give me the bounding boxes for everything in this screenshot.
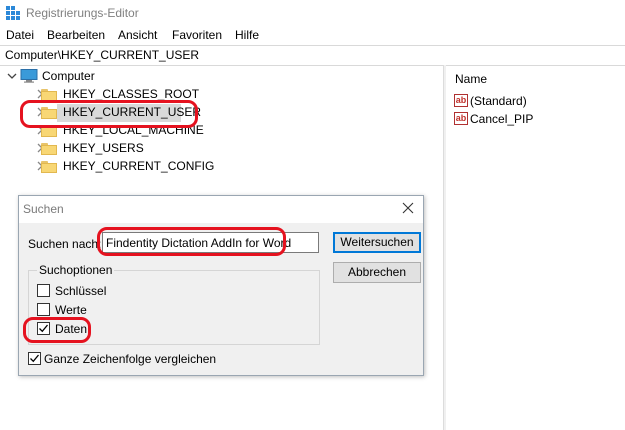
column-header-name[interactable]: Name [455, 72, 487, 86]
string-value-icon: ab [454, 94, 468, 107]
tree-item-label: HKEY_CURRENT_CONFIG [63, 159, 215, 173]
folder-icon [41, 125, 57, 137]
tree-item-hkey-current-user[interactable]: HKEY_CURRENT_USER [22, 104, 242, 122]
tree-item-hkey-current-config[interactable]: HKEY_CURRENT_CONFIG [22, 158, 242, 176]
address-bar[interactable]: Computer\HKEY_CURRENT_USER [0, 45, 625, 66]
registry-editor-icon [6, 6, 20, 20]
find-dialog: Suchen Suchen nach: Weitersuchen Abbrech… [18, 195, 424, 376]
search-options-title: Suchoptionen [37, 263, 115, 277]
find-next-button[interactable]: Weitersuchen [333, 232, 421, 253]
value-row-standard[interactable]: ab (Standard) [454, 94, 604, 110]
checkbox-checked-icon[interactable] [37, 322, 50, 335]
tree-item-label: HKEY_CURRENT_USER [63, 105, 202, 119]
tree-item-computer[interactable]: Computer [6, 68, 206, 86]
folder-icon [41, 143, 57, 155]
tree-item-label: HKEY_CLASSES_ROOT [63, 87, 200, 101]
menu-hilfe[interactable]: Hilfe [235, 28, 259, 42]
checkbox-label: Ganze Zeichenfolge vergleichen [44, 352, 217, 366]
folder-icon [41, 89, 57, 101]
option-values-checkbox[interactable]: Werte [37, 302, 157, 318]
search-input[interactable] [102, 232, 319, 253]
tree-item-label: Computer [42, 69, 95, 83]
tree-item-hkey-classes-root[interactable]: HKEY_CLASSES_ROOT [22, 86, 242, 104]
chevron-down-icon[interactable] [6, 70, 18, 82]
value-row-cancel-pip[interactable]: ab Cancel_PIP [454, 112, 604, 128]
folder-icon [41, 161, 57, 173]
match-whole-string-checkbox[interactable]: Ganze Zeichenfolge vergleichen [28, 351, 248, 367]
value-name: Cancel_PIP [470, 112, 534, 126]
folder-icon [41, 107, 57, 119]
dialog-title: Suchen [23, 202, 64, 216]
menu-favoriten[interactable]: Favoriten [172, 28, 222, 42]
option-keys-checkbox[interactable]: Schlüssel [37, 283, 157, 299]
menu-ansicht[interactable]: Ansicht [118, 28, 157, 42]
tree-item-label: HKEY_USERS [63, 141, 144, 155]
option-data-checkbox[interactable]: Daten [37, 321, 157, 337]
values-pane[interactable]: Name ab (Standard) ab Cancel_PIP [446, 65, 625, 430]
checkbox-label: Schlüssel [55, 284, 107, 298]
find-label: Suchen nach: [28, 237, 102, 251]
close-icon[interactable] [401, 201, 415, 215]
dialog-titlebar: Suchen [19, 196, 423, 223]
address-path: Computer\HKEY_CURRENT_USER [5, 48, 200, 62]
tree-item-hkey-local-machine[interactable]: HKEY_LOCAL_MACHINE [22, 122, 242, 140]
string-value-icon: ab [454, 112, 468, 125]
value-name: (Standard) [470, 94, 527, 108]
menu-bearbeiten[interactable]: Bearbeiten [47, 28, 105, 42]
cancel-button[interactable]: Abbrechen [333, 262, 421, 283]
computer-icon [20, 69, 38, 83]
window-title: Registrierungs-Editor [26, 6, 139, 20]
window-titlebar: Registrierungs-Editor [0, 0, 625, 26]
checkbox-unchecked-icon[interactable] [37, 303, 50, 316]
checkbox-label: Werte [55, 303, 87, 317]
tree-item-hkey-users[interactable]: HKEY_USERS [22, 140, 242, 158]
checkbox-label: Daten [55, 322, 88, 336]
tree-item-label: HKEY_LOCAL_MACHINE [63, 123, 204, 137]
menu-datei[interactable]: Datei [6, 28, 34, 42]
menu-bar: Datei Bearbeiten Ansicht Favoriten Hilfe [0, 26, 625, 45]
checkbox-unchecked-icon[interactable] [37, 284, 50, 297]
checkbox-checked-icon[interactable] [28, 352, 41, 365]
